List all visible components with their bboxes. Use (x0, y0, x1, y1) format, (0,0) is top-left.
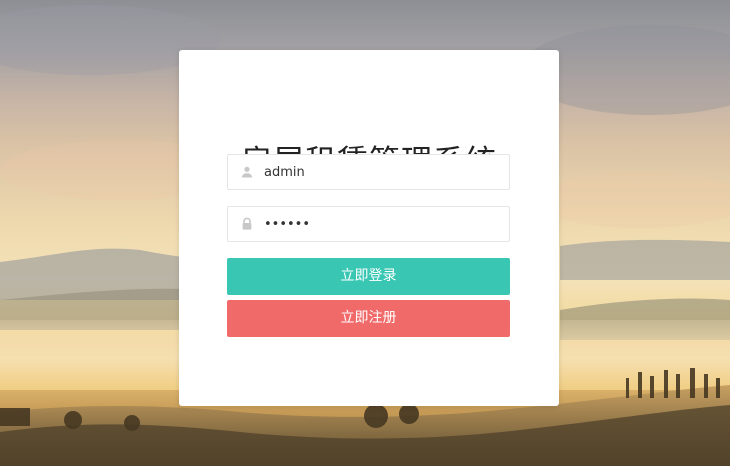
login-page: 房屋租赁管理系统 立即登录 立即注册 (0, 0, 730, 466)
user-icon (241, 166, 253, 178)
password-input[interactable] (264, 207, 499, 241)
login-card: 房屋租赁管理系统 立即登录 立即注册 (179, 50, 559, 406)
username-input[interactable] (264, 155, 499, 189)
register-button[interactable]: 立即注册 (227, 300, 510, 337)
username-field[interactable] (227, 154, 510, 190)
lock-icon (242, 217, 252, 230)
password-field[interactable] (227, 206, 510, 242)
login-button[interactable]: 立即登录 (227, 258, 510, 295)
